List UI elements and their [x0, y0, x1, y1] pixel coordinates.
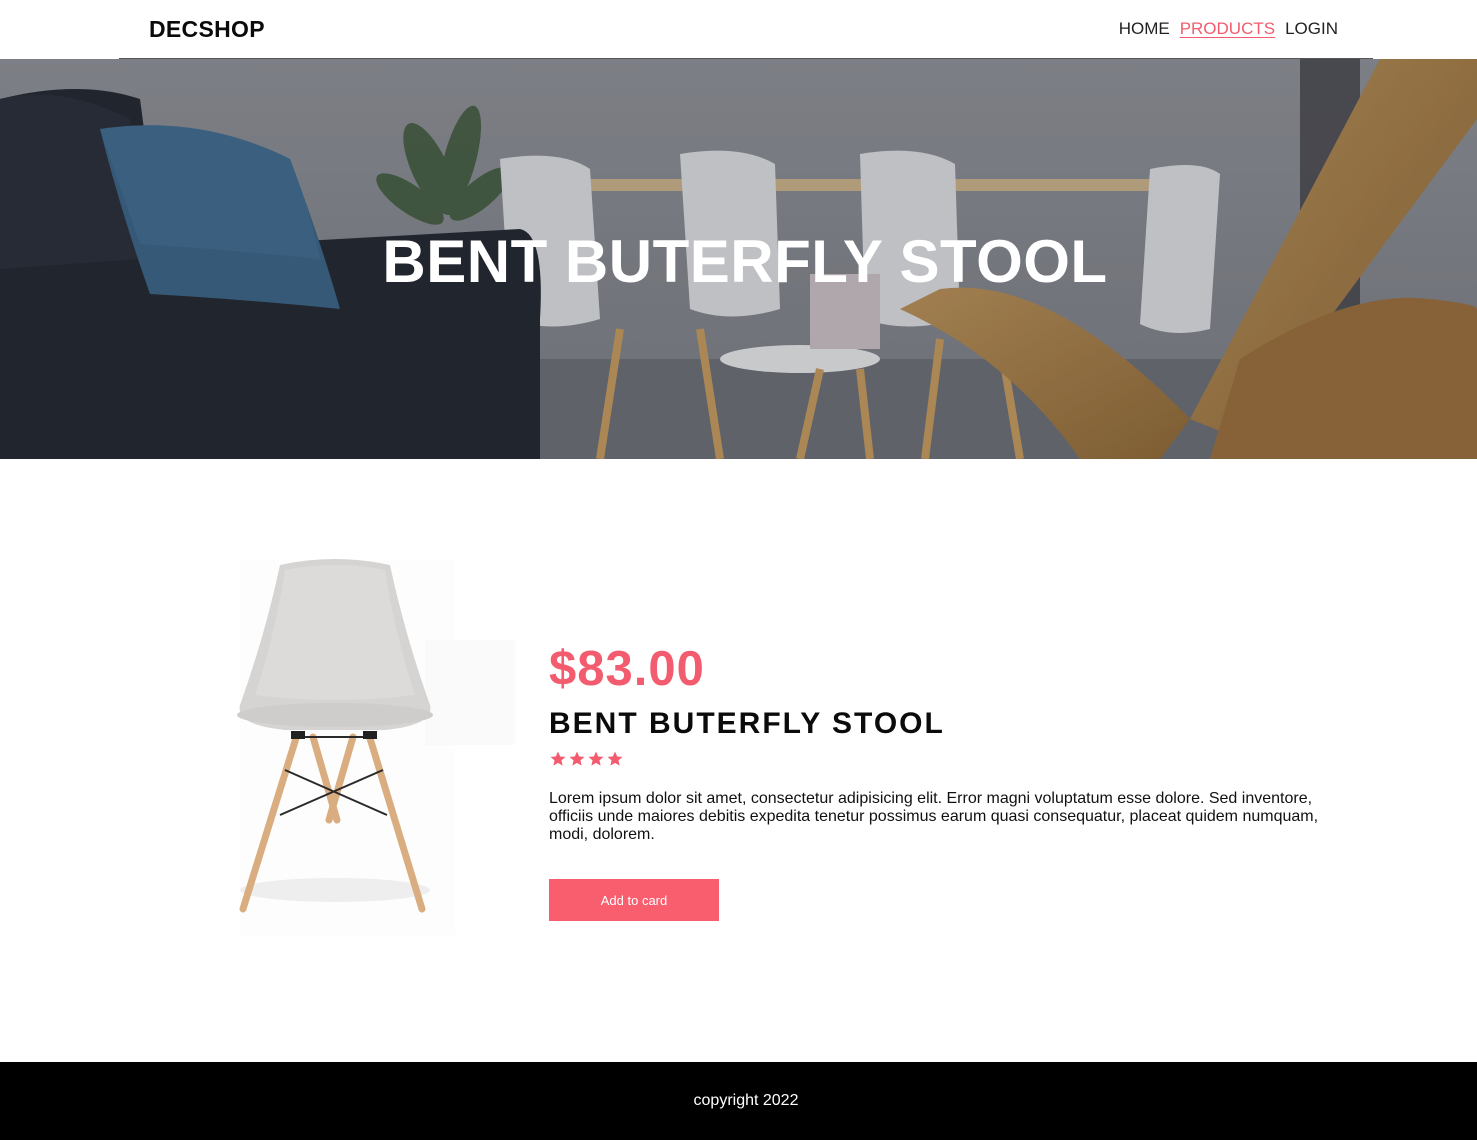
- product-image: [225, 545, 515, 940]
- star-icon: [550, 751, 566, 766]
- nav-login[interactable]: LOGIN: [1285, 19, 1338, 39]
- copyright-text: copyright 2022: [693, 1092, 799, 1109]
- nav-home[interactable]: HOME: [1119, 19, 1170, 39]
- site-footer: copyright 2022: [0, 1062, 1477, 1140]
- main-nav: HOME PRODUCTS LOGIN: [1119, 19, 1338, 39]
- star-icon: [588, 751, 604, 766]
- hero-title: BENT BUTERFLY STOOL: [382, 228, 1108, 295]
- add-to-cart-button[interactable]: Add to card: [549, 879, 719, 921]
- product-price: $83.00: [549, 642, 705, 696]
- hero-banner: BENT BUTERFLY STOOL: [0, 59, 1477, 459]
- product-description: Lorem ipsum dolor sit amet, consectetur …: [549, 790, 1319, 843]
- star-icon: [569, 751, 585, 766]
- star-icon: [607, 751, 623, 766]
- site-header: DECSHOP HOME PRODUCTS LOGIN: [0, 0, 1477, 59]
- rating-stars: [549, 750, 624, 768]
- product-name: BENT BUTERFLY STOOL: [549, 707, 945, 740]
- brand-logo[interactable]: DECSHOP: [149, 16, 265, 43]
- nav-products[interactable]: PRODUCTS: [1180, 19, 1275, 39]
